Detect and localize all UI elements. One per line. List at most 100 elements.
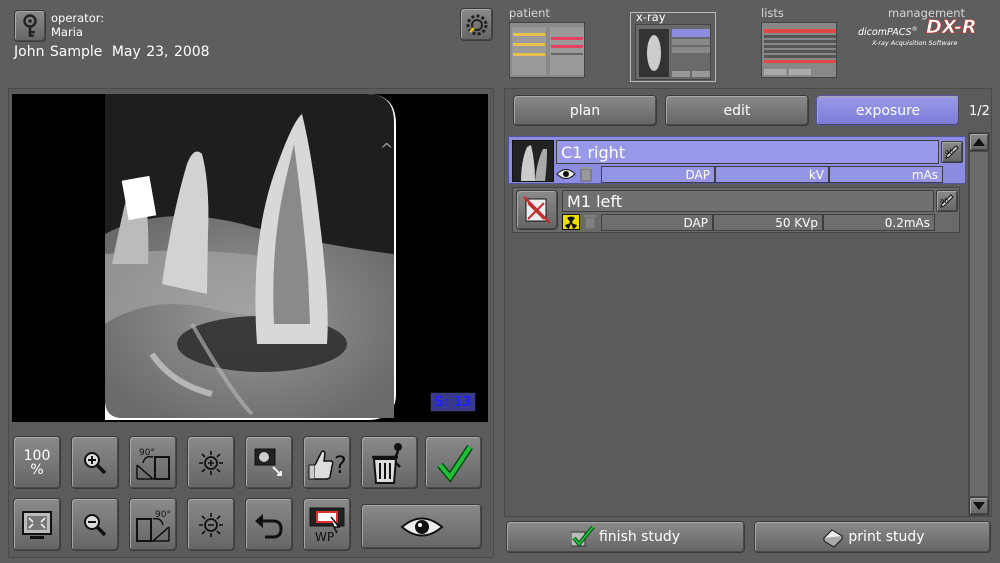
zoom-in-icon <box>84 451 107 474</box>
mas-field: mAs <box>829 166 943 183</box>
logo-subtitle: X-ray Acquisition Software <box>872 39 958 47</box>
settings-button[interactable] <box>460 8 493 41</box>
delete-exposure-icon[interactable] <box>583 214 599 230</box>
brightness-down-icon <box>199 512 223 537</box>
brightness-up-icon <box>199 450 223 475</box>
svg-text:ab: ab <box>940 197 949 205</box>
finish-study-button[interactable]: finish study <box>506 521 745 553</box>
scroll-track[interactable] <box>970 152 988 496</box>
trash-small-icon <box>580 167 592 182</box>
patient-info: John Sample May 23, 2008 <box>14 44 210 60</box>
image-export-button[interactable] <box>245 436 293 489</box>
exposure-thumbnail-empty <box>516 190 558 230</box>
patient-name: John Sample <box>14 44 103 60</box>
kv-field: kV <box>715 166 829 183</box>
zoom-in-button[interactable] <box>71 436 119 489</box>
image-export-icon <box>254 448 282 476</box>
exposure-thumbnail <box>512 140 554 182</box>
nav-tab-xray[interactable]: x-ray <box>636 10 666 24</box>
nav-thumb-patient[interactable] <box>509 22 585 78</box>
tab-exposure[interactable]: exposure <box>816 95 960 126</box>
brightness-down-button[interactable] <box>187 498 235 551</box>
exposure-title: M1 left <box>562 190 934 212</box>
brightness-up-button[interactable] <box>187 436 235 489</box>
rotate-right-icon: 90° <box>136 448 170 480</box>
scroll-down-button[interactable] <box>969 497 989 515</box>
delete-image-button[interactable] <box>361 436 418 489</box>
toggle-view-button[interactable] <box>361 504 482 549</box>
scroll-up-button[interactable] <box>969 133 989 151</box>
zoom-100-button[interactable]: 100 % <box>13 436 61 489</box>
pen-icon: ab <box>945 145 959 159</box>
fit-screen-icon <box>22 510 52 539</box>
radiation-icon <box>565 216 577 229</box>
visibility-icon[interactable] <box>556 166 576 182</box>
exposure-list-scrollbar[interactable] <box>968 132 990 517</box>
logo-product: DX-R <box>926 16 977 39</box>
arrow-up-icon <box>973 138 985 146</box>
eye-icon <box>399 517 444 536</box>
nav-tab-lists[interactable]: lists <box>761 6 784 20</box>
edit-exposure-button[interactable]: ab <box>936 190 958 212</box>
nav-thumb-xray[interactable] <box>635 24 711 80</box>
delete-exposure-icon[interactable] <box>579 166 595 182</box>
pen-icon: ab <box>940 194 954 208</box>
nav-thumb-lists[interactable] <box>761 22 837 78</box>
undo-icon <box>255 513 283 538</box>
accept-image-button[interactable] <box>425 436 482 489</box>
patient-screen-thumbnail <box>510 23 584 77</box>
gear-icon <box>466 14 487 35</box>
window-preset-button[interactable]: WP <box>303 498 351 551</box>
edit-exposure-button[interactable]: ab <box>941 141 963 163</box>
window-preset-icon: WP <box>309 507 345 544</box>
tab-plan[interactable]: plan <box>513 95 657 126</box>
quality-check-button[interactable]: ? <box>303 436 351 489</box>
xray-viewer[interactable]: ^ S: 13 <box>12 94 488 422</box>
fit-to-screen-button[interactable] <box>13 498 61 551</box>
sensitivity-badge: S: 13 <box>430 392 476 412</box>
xray-image <box>12 94 488 422</box>
logo-brand: dicomPACS <box>858 27 912 39</box>
trash-icon <box>371 442 402 484</box>
trash-small-icon <box>584 215 596 230</box>
rotate-left-90-button[interactable]: 90° <box>129 498 177 551</box>
zoom-100-value: 100 <box>23 447 51 464</box>
check-small-icon <box>570 526 595 548</box>
exposure-item-selected[interactable]: C1 right ab DAP kV mAs <box>508 136 966 184</box>
zoom-out-button[interactable] <box>71 498 119 551</box>
exposure-list: C1 right ab DAP kV mAs M1 left ab DAP 50… <box>508 132 968 517</box>
nav-tab-patient[interactable]: patient <box>509 6 550 20</box>
rotate-left-icon: 90° <box>136 510 171 542</box>
tab-edit[interactable]: edit <box>665 95 809 126</box>
operator-name: Maria <box>51 25 83 39</box>
xray-screen-thumbnail <box>636 25 710 79</box>
undo-button[interactable] <box>245 498 293 551</box>
page-counter: 1/2 <box>969 104 990 119</box>
logo-registered-mark: ® <box>911 26 918 33</box>
arrow-down-icon <box>973 502 985 510</box>
print-study-button[interactable]: print study <box>754 521 991 553</box>
help-mark: ? <box>334 451 347 479</box>
exposure-item[interactable]: M1 left ab DAP 50 KVp 0.2mAs <box>512 187 960 233</box>
rotate-right-90-button[interactable]: 90° <box>129 436 177 489</box>
operator-key-button[interactable] <box>14 10 46 42</box>
zoom-out-icon <box>84 513 107 536</box>
no-image-icon <box>523 196 551 224</box>
finish-study-label: finish study <box>598 529 681 545</box>
print-study-label: print study <box>848 529 925 545</box>
mas-field: 0.2mAs <box>823 214 935 231</box>
dap-field: DAP <box>601 166 715 183</box>
svg-text:ab: ab <box>945 148 954 156</box>
exposure-title: C1 right <box>556 140 939 164</box>
lists-screen-thumbnail <box>762 23 836 77</box>
thumbs-up-question-icon: ? <box>308 449 347 480</box>
orientation-marker: ^ <box>380 140 394 159</box>
kv-field: 50 KVp <box>713 214 823 231</box>
product-logo: dicomPACS® DX-R X-ray Acquisition Softwa… <box>858 16 983 72</box>
wp-label: WP <box>315 530 334 544</box>
dap-field: DAP <box>601 214 713 231</box>
operator-label: operator: <box>51 11 105 25</box>
eye-small-icon <box>556 169 576 179</box>
expose-icon[interactable] <box>562 214 580 230</box>
tooth-thumbnail-icon <box>521 145 547 181</box>
